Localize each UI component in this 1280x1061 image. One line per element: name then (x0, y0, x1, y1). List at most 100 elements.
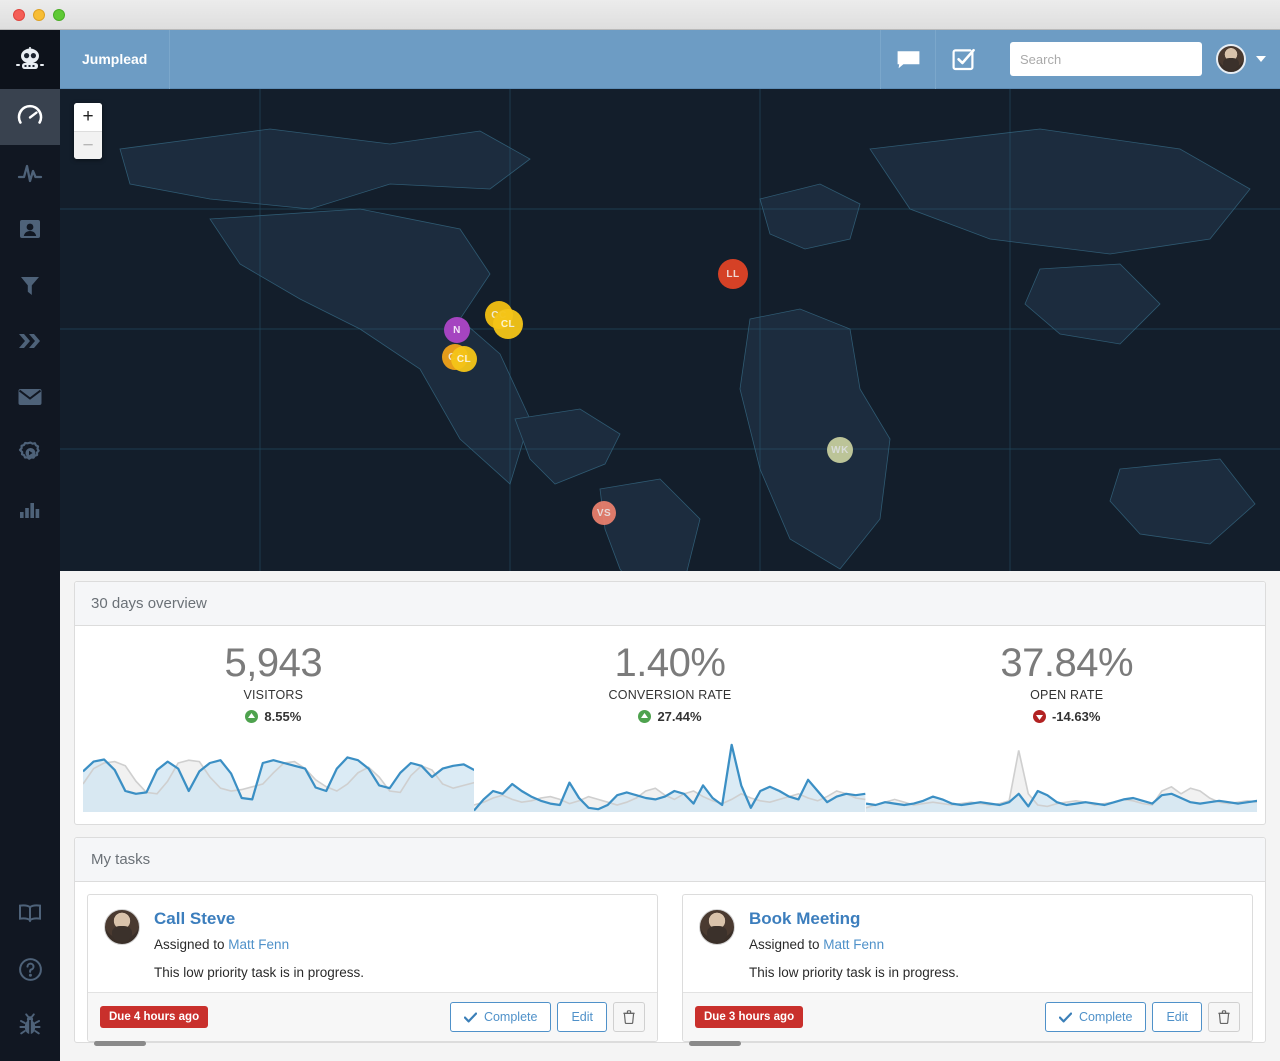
chevron-down-icon (1256, 56, 1266, 62)
map-zoom-out-button[interactable]: − (74, 131, 102, 159)
task-assignment: Assigned to Matt Fenn (154, 937, 641, 952)
search-box[interactable] (1010, 42, 1202, 76)
task-footer: Due 4 hours agoCompleteEdit (88, 992, 657, 1041)
main-column: Jumplead (60, 30, 1280, 1061)
task-actions: Complete Edit (1045, 1002, 1240, 1032)
map-marker[interactable]: WK (827, 437, 853, 463)
trash-icon (1218, 1010, 1230, 1024)
gauge-icon (17, 104, 43, 130)
task-description: This low priority task is in progress. (154, 965, 641, 980)
task-avatar (104, 909, 140, 945)
sidebar-item-reports[interactable] (0, 481, 60, 537)
tasks-list: Call Steve Assigned to Matt Fenn This low … (75, 882, 1265, 1042)
complete-label: Complete (1079, 1010, 1133, 1024)
envelope-icon (17, 387, 43, 407)
search-container (990, 42, 1216, 76)
window-close-button[interactable] (13, 9, 25, 21)
sidebar-item-settings[interactable] (0, 425, 60, 481)
map-zoom-controls: + − (74, 103, 102, 159)
sparkline (866, 738, 1257, 816)
app-window: Jumplead (0, 0, 1280, 1061)
stat-label: CONVERSION RATE (478, 688, 863, 702)
window-titlebar (0, 0, 1280, 30)
map-marker[interactable]: CL (451, 346, 477, 372)
task-description: This low priority task is in progress. (749, 965, 1236, 980)
pulse-icon (17, 162, 43, 184)
map-marker[interactable]: LL (718, 259, 748, 289)
sidebar-item-dashboard[interactable] (0, 89, 60, 145)
tasks-button[interactable] (935, 30, 990, 89)
edit-label: Edit (571, 1010, 593, 1024)
user-menu[interactable] (1216, 44, 1280, 74)
app-header: Jumplead (60, 30, 1280, 89)
sidebar (0, 30, 60, 1061)
assignee-link[interactable]: Matt Fenn (823, 937, 884, 952)
complete-button[interactable]: Complete (1045, 1002, 1147, 1032)
window-maximize-button[interactable] (53, 9, 65, 21)
stat-delta-value: 8.55% (264, 709, 301, 724)
sidebar-item-messages[interactable] (0, 369, 60, 425)
sidebar-item-knowledge-base[interactable] (0, 885, 60, 941)
messages-button[interactable] (880, 30, 935, 89)
map-zoom-in-button[interactable]: + (74, 103, 102, 131)
dashboard-content: 30 days overview 5,943VISITORS8.55%1.40%… (60, 571, 1280, 1061)
sparkline-graphic (474, 738, 865, 816)
assigned-prefix: Assigned to (154, 937, 228, 952)
stat-delta: 27.44% (478, 709, 863, 724)
search-input[interactable] (1020, 52, 1196, 67)
sidebar-logo[interactable] (0, 30, 60, 89)
edit-button[interactable]: Edit (557, 1002, 607, 1032)
book-icon (17, 902, 43, 924)
map-marker[interactable]: VS (592, 501, 616, 525)
stat-value: 1.40% (478, 642, 863, 684)
stats-row: 5,943VISITORS8.55%1.40%CONVERSION RATE27… (75, 626, 1265, 738)
bug-icon (18, 1013, 42, 1037)
sparkline-graphic (83, 738, 474, 816)
sparklines-row (75, 738, 1265, 824)
task-title[interactable]: Call Steve (154, 909, 641, 929)
edit-label: Edit (1166, 1010, 1188, 1024)
visitor-map[interactable]: + − NCCCLCJCLLLWKVS (60, 89, 1280, 571)
map-marker[interactable]: CL (493, 309, 523, 339)
task-card: Call Steve Assigned to Matt Fenn This low … (87, 894, 658, 1042)
due-badge: Due 3 hours ago (695, 1006, 803, 1028)
question-circle-icon (18, 957, 43, 982)
delete-button[interactable] (1208, 1002, 1240, 1032)
delete-button[interactable] (613, 1002, 645, 1032)
sidebar-item-segments[interactable] (0, 257, 60, 313)
stat-block: 37.84% OPEN RATE -14.63% (868, 642, 1265, 738)
sidebar-item-automation[interactable] (0, 313, 60, 369)
map-marker[interactable]: N (444, 317, 470, 343)
contact-card-icon (18, 217, 42, 241)
envelope-icon (896, 50, 921, 69)
brand-title[interactable]: Jumplead (60, 30, 170, 89)
edit-button[interactable]: Edit (1152, 1002, 1202, 1032)
complete-button[interactable]: Complete (450, 1002, 552, 1032)
assignee-link[interactable]: Matt Fenn (228, 937, 289, 952)
sidebar-item-activity[interactable] (0, 145, 60, 201)
card-scrollbar[interactable] (689, 1041, 741, 1046)
gear-play-icon (18, 441, 43, 466)
stat-label: OPEN RATE (874, 688, 1259, 702)
stat-delta: 8.55% (81, 709, 466, 724)
arrow-up-icon (638, 710, 651, 723)
overview-panel: 30 days overview 5,943VISITORS8.55%1.40%… (74, 581, 1266, 825)
stat-label: VISITORS (81, 688, 466, 702)
world-map-graphic (60, 89, 1280, 571)
check-square-icon (952, 48, 975, 71)
window-minimize-button[interactable] (33, 9, 45, 21)
sidebar-item-help[interactable] (0, 941, 60, 997)
sidebar-item-contacts[interactable] (0, 201, 60, 257)
tasks-panel: My tasks Call SteveAssigned to Matt Fenn… (74, 837, 1266, 1043)
sidebar-item-report-bug[interactable] (0, 997, 60, 1053)
sparkline-graphic (866, 738, 1257, 816)
task-title[interactable]: Book Meeting (749, 909, 1236, 929)
task-actions: Complete Edit (450, 1002, 645, 1032)
stat-delta: -14.63% (874, 709, 1259, 724)
check-icon (1059, 1012, 1072, 1023)
card-scrollbar[interactable] (94, 1041, 146, 1046)
stat-value: 37.84% (874, 642, 1259, 684)
sparkline (474, 738, 865, 816)
stat-block: 5,943VISITORS8.55% (75, 642, 472, 738)
avatar (1216, 44, 1246, 74)
